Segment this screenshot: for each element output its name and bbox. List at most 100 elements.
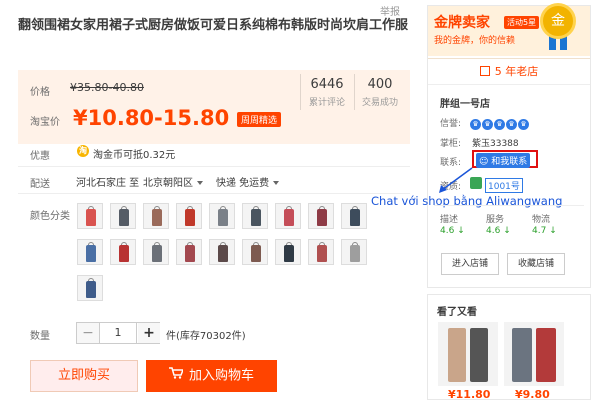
color-swatch[interactable] (275, 203, 301, 229)
reviews-count[interactable]: 6446 (302, 77, 352, 92)
gold-seller-tag: 活动5星 (504, 16, 540, 29)
crown-icon: ♛ (506, 119, 517, 130)
shop-age-badge: 5 年老店 (428, 58, 590, 85)
apron-thumbnail (119, 245, 129, 262)
apron-thumbnail (218, 209, 228, 226)
annotation-arrow (439, 167, 473, 193)
plus-button[interactable]: + (138, 323, 160, 343)
owner-name: 紫玉33388 (472, 139, 519, 149)
score-label: 服务 (486, 215, 505, 225)
arrow-down-icon: ↓ (454, 226, 465, 236)
color-swatch[interactable] (308, 239, 334, 265)
color-swatch[interactable] (77, 239, 103, 265)
shipping-label: 配送 (30, 179, 50, 190)
apron-thumbnail (119, 209, 129, 226)
apron-thumbnail (185, 209, 195, 226)
color-swatch[interactable] (341, 203, 367, 229)
also-viewed-item-image[interactable] (504, 322, 564, 386)
color-swatch[interactable] (242, 239, 268, 265)
divider (18, 166, 410, 167)
contact-seller-button[interactable]: ☺ 和我联系 (476, 153, 531, 168)
current-price: ¥10.80-15.80 (73, 106, 230, 130)
score-value: 4.6 ↓ (486, 226, 511, 236)
favorite-shop-button[interactable]: 收藏店铺 (507, 253, 565, 275)
chevron-down-icon (273, 181, 280, 185)
color-swatch[interactable] (77, 275, 103, 301)
apron-thumbnail (152, 209, 162, 226)
color-swatch[interactable] (77, 203, 103, 229)
color-swatch[interactable] (341, 239, 367, 265)
color-swatch[interactable] (209, 239, 235, 265)
gold-seller-title: 金牌卖家 (434, 15, 490, 31)
price-label: 价格 (30, 87, 50, 98)
taobao-price-label: 淘宝价 (30, 117, 60, 128)
apron-thumbnail (350, 245, 360, 262)
stock-info: 件(库存70302件) (166, 331, 246, 342)
minus-button[interactable]: − (77, 323, 99, 343)
coin-offer: 淘金币可抵0.32元 (93, 150, 176, 161)
credit-rating: ♛ ♛ ♛ ♛ ♛ (470, 114, 530, 133)
apron-thumbnail (317, 245, 327, 262)
report-link[interactable]: 举报 (380, 3, 400, 18)
apron-thumbnail (284, 245, 294, 262)
apron-thumbnail (251, 209, 261, 226)
reviews-label[interactable]: 累计评论 (302, 95, 352, 108)
deals-count: 400 (367, 77, 393, 92)
gold-medal-icon: 金 (540, 3, 576, 39)
score-value: 4.7 ↓ (532, 226, 557, 236)
divider (300, 74, 301, 110)
apron-thumbnail (185, 245, 195, 262)
color-swatch[interactable] (110, 239, 136, 265)
divider (354, 74, 355, 110)
also-viewed-price: ¥9.80 (515, 388, 550, 401)
quantity-input[interactable]: 1 (99, 323, 137, 343)
apron-thumbnail (86, 209, 96, 226)
color-swatch[interactable] (275, 239, 301, 265)
color-swatch[interactable] (110, 203, 136, 229)
score-number: 4.7 (532, 226, 547, 236)
score-label: 描述 (440, 215, 459, 225)
discount-label: 优惠 (30, 151, 50, 162)
also-viewed-title: 看了又看 (437, 307, 477, 318)
apron-thumbnail (251, 245, 261, 262)
promo-badge[interactable]: 周周精选 (237, 112, 282, 127)
also-viewed-price: ¥11.80 (448, 388, 491, 401)
score-number: 4.6 (486, 226, 501, 236)
color-swatch[interactable] (242, 203, 268, 229)
apron-thumbnail (350, 209, 360, 226)
gold-seller-slogan: 我的金牌，你的信赖 (434, 36, 516, 46)
crown-icon: ♛ (470, 119, 481, 130)
also-viewed-item-image[interactable] (438, 322, 498, 386)
apron-thumbnail (152, 245, 162, 262)
shipping-destination-select[interactable]: 北京朝阳区 (143, 174, 203, 189)
color-swatch[interactable] (209, 203, 235, 229)
shop-name[interactable]: 胖组一号店 (440, 95, 490, 110)
add-to-cart-button[interactable]: 加入购物车 (146, 360, 277, 392)
chevron-down-icon (197, 181, 203, 185)
product-title: 翻领围裙女家用裙子式厨房做饭可爱日系纯棉布韩版时尚坎肩工作服 (18, 18, 409, 33)
color-swatch[interactable] (143, 239, 169, 265)
apron-thumbnail (86, 281, 96, 298)
qualification-badge[interactable]: 1001号 (485, 178, 523, 193)
score-value: 4.6 ↓ (440, 226, 465, 236)
crown-icon: ♛ (494, 119, 505, 130)
color-swatch[interactable] (143, 203, 169, 229)
quantity-stepper: − 1 + (76, 322, 160, 344)
arrow-down-icon: ↓ (500, 226, 511, 236)
color-swatch[interactable] (308, 203, 334, 229)
divider (18, 193, 410, 194)
color-swatch[interactable] (176, 203, 202, 229)
original-price: ¥35.80-40.80 (70, 81, 144, 94)
divider (434, 205, 584, 206)
apron-thumbnail (86, 245, 96, 262)
owner-label: 掌柜: (440, 139, 462, 149)
crown-icon: ♛ (482, 119, 493, 130)
shop-icon (479, 66, 490, 76)
color-label: 颜色分类 (30, 211, 70, 222)
buy-now-button[interactable]: 立即购买 (30, 360, 138, 392)
color-swatch[interactable] (176, 239, 202, 265)
apron-thumbnail (284, 209, 294, 226)
wangwang-icon: ☺ (479, 157, 492, 167)
enter-shop-button[interactable]: 进入店铺 (441, 253, 499, 275)
shipping-method-select[interactable]: 快递 免运费 (216, 174, 280, 189)
